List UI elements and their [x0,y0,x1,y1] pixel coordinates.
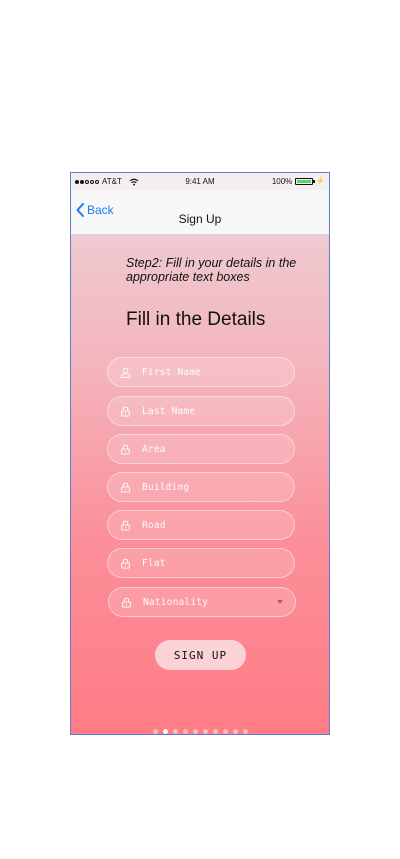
lock-icon [121,558,130,569]
user-icon [120,367,131,378]
page-dot[interactable] [222,729,228,734]
form-heading: Fill in the Details [126,309,266,330]
page-dot[interactable] [192,729,198,734]
lock-icon [122,597,131,608]
area-placeholder: Area [142,443,166,455]
area-field[interactable]: Area [107,434,295,464]
status-right: 100% ⚡ [272,177,325,186]
first-name-placeholder: First Name [142,366,202,378]
building-field[interactable]: Building [107,472,295,502]
dropdown-caret-icon[interactable] [277,600,283,604]
nationality-placeholder: Nationality [143,596,209,608]
road-field[interactable]: Road [107,510,295,540]
navigation-bar: Back Sign Up [71,190,329,235]
sign-up-button[interactable]: SIGN UP [155,640,246,670]
charging-bolt-icon: ⚡ [316,178,325,185]
page-indicator [71,729,329,734]
page-dot[interactable] [182,729,188,734]
page-title: Sign Up [178,212,222,226]
nationality-select[interactable]: Nationality [108,587,296,617]
lock-icon [121,444,130,455]
page-dot[interactable] [152,729,158,734]
page-dot[interactable] [212,729,218,734]
flat-field[interactable]: Flat [107,548,295,578]
step-instruction: Step2: Fill in your details in the appro… [126,256,297,284]
battery-icon [295,178,316,185]
page-dot[interactable] [242,729,248,734]
page-dot[interactable] [202,729,208,734]
flat-placeholder: Flat [142,557,166,569]
lock-icon [121,406,130,417]
page-dot[interactable] [232,729,238,734]
last-name-placeholder: Last Name [142,405,196,417]
lock-icon [121,520,130,531]
building-placeholder: Building [142,481,190,493]
page-dot[interactable] [172,729,178,734]
page-dot[interactable] [162,729,168,734]
first-name-field[interactable]: First Name [107,357,295,387]
road-placeholder: Road [142,519,166,531]
battery-percent: 100% [271,177,293,186]
phone-screen: AT&T 9:41 AM 100% ⚡ Back Sign Up Step2: … [70,172,330,735]
last-name-field[interactable]: Last Name [107,396,295,426]
lock-icon [121,482,130,493]
status-bar: AT&T 9:41 AM 100% ⚡ [71,173,329,190]
